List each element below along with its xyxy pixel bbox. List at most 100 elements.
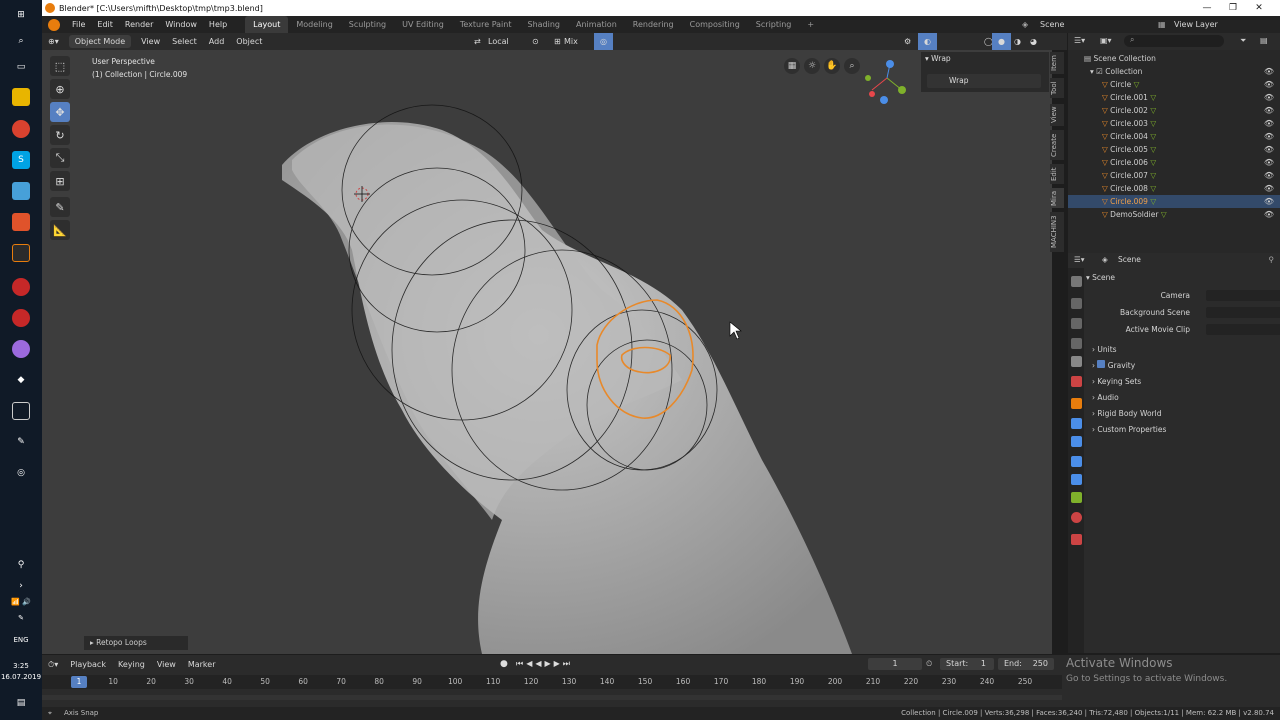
pivot-icon[interactable]: ⊙ xyxy=(526,33,545,50)
filter-icon[interactable]: ⏷ xyxy=(1240,36,1246,46)
audio-panel[interactable]: › Audio xyxy=(1086,391,1280,405)
scale-tool-icon[interactable]: ⤡ xyxy=(50,148,70,168)
tab-edit[interactable]: Edit xyxy=(1050,164,1064,184)
transform-tool-icon[interactable]: ⊞ xyxy=(50,171,70,191)
rigid-body-world-panel[interactable]: › Rigid Body World xyxy=(1086,407,1280,421)
tab-item[interactable]: Item xyxy=(1050,52,1064,74)
movie-clip-field[interactable] xyxy=(1206,324,1280,335)
material-props-icon[interactable] xyxy=(1071,512,1082,523)
task-view-icon[interactable]: ▭ xyxy=(12,58,30,76)
3d-viewport[interactable]: User Perspective (1) Collection | Circle… xyxy=(42,50,1052,654)
object-props-icon[interactable] xyxy=(1071,398,1082,409)
shading-rendered-button[interactable]: ◕ xyxy=(1024,33,1043,50)
tab-mira[interactable]: Mira xyxy=(1050,188,1064,208)
outliner-scene-collection[interactable]: ▤ Scene Collection xyxy=(1068,52,1280,65)
clock-time[interactable]: 3:25 xyxy=(0,662,42,670)
cursor-tool-icon[interactable]: ⊕ xyxy=(50,79,70,99)
app-circle-icon[interactable]: ◎ xyxy=(12,464,30,482)
timeline-scrollbar[interactable] xyxy=(42,695,1062,700)
tab-scripting[interactable]: Scripting xyxy=(748,16,800,33)
app-red2-icon[interactable] xyxy=(12,309,30,327)
rotate-tool-icon[interactable]: ↻ xyxy=(50,125,70,145)
properties-type-icon[interactable]: ☰▾ xyxy=(1074,253,1085,267)
notepad-icon[interactable]: ✎ xyxy=(12,433,30,451)
tray-icons[interactable]: 📶 🔊 xyxy=(0,598,42,606)
display-mode-icon[interactable]: ▣▾ xyxy=(1100,36,1112,45)
camera-view-icon[interactable]: ☼ xyxy=(804,58,820,74)
tab-texture-paint[interactable]: Texture Paint xyxy=(452,16,520,33)
editor-type-icon[interactable]: ⊕▾ xyxy=(42,33,65,50)
eye-icon[interactable]: 👁 xyxy=(1264,195,1274,208)
blender-menu-icon[interactable] xyxy=(48,18,60,31)
texture-props-icon[interactable] xyxy=(1071,534,1082,545)
constraints-props-icon[interactable] xyxy=(1071,474,1082,485)
list-item[interactable]: ▽ Circle.002 ▽ 👁 xyxy=(1068,104,1280,117)
chevron-right-icon[interactable]: › xyxy=(12,577,30,595)
minimize-button[interactable]: — xyxy=(1194,0,1220,16)
list-item[interactable]: ▽ Circle.003 ▽ 👁 xyxy=(1068,117,1280,130)
menu-add[interactable]: Add xyxy=(203,33,231,50)
clock-date[interactable]: 16.07.2019 xyxy=(0,673,42,681)
proportional-editing-toggle[interactable]: ◎ xyxy=(594,33,613,50)
tab-tool[interactable]: Tool xyxy=(1050,78,1064,98)
overlay-toggle[interactable]: ◐ xyxy=(918,33,937,50)
tab-machin3[interactable]: MACHIN3 xyxy=(1050,212,1064,252)
particles-props-icon[interactable] xyxy=(1071,436,1082,447)
menu-keying[interactable]: Keying xyxy=(112,656,151,673)
render-props-icon[interactable] xyxy=(1071,298,1082,309)
blender-taskbar-icon[interactable] xyxy=(12,244,30,262)
tab-sculpting[interactable]: Sculpting xyxy=(341,16,394,33)
orientation-dropdown[interactable]: Local xyxy=(482,33,515,50)
current-frame-field[interactable]: 1 xyxy=(868,658,922,670)
menu-file[interactable]: File xyxy=(66,16,91,33)
eye-icon[interactable]: 👁 xyxy=(1264,117,1274,130)
wrap-panel-header[interactable]: ▾ Wrap xyxy=(921,52,1049,66)
people-icon[interactable]: ⚲ xyxy=(12,556,30,574)
gizmo-toggle[interactable]: ⚙ xyxy=(898,33,917,50)
eye-icon[interactable]: 👁 xyxy=(1264,169,1274,182)
restore-button[interactable]: ❐ xyxy=(1220,0,1246,16)
tab-uv-editing[interactable]: UV Editing xyxy=(394,16,452,33)
menu-marker[interactable]: Marker xyxy=(182,656,222,673)
list-item[interactable]: ▽ DemoSoldier ▽ 👁 xyxy=(1068,208,1280,221)
skype-icon[interactable]: S xyxy=(12,151,30,169)
language-indicator[interactable]: ENG xyxy=(0,636,42,644)
outliner-search-input[interactable]: ⌕ xyxy=(1124,35,1224,47)
eye-icon[interactable]: 👁 xyxy=(1264,78,1274,91)
list-item[interactable]: ▽ Circle.004 ▽ 👁 xyxy=(1068,130,1280,143)
list-item[interactable]: ▽ Circle.006 ▽ 👁 xyxy=(1068,156,1280,169)
notifications-icon[interactable]: ▤ xyxy=(12,694,30,712)
menu-view[interactable]: View xyxy=(135,33,166,50)
list-item-selected[interactable]: ▽ Circle.009 ▽ 👁 xyxy=(1068,195,1280,208)
pan-hand-icon[interactable]: ✋ xyxy=(824,58,840,74)
chrome-icon[interactable] xyxy=(12,120,30,138)
tab-shading[interactable]: Shading xyxy=(519,16,568,33)
measure-tool-icon[interactable]: 📐 xyxy=(50,220,70,240)
tab-animation[interactable]: Animation xyxy=(568,16,625,33)
record-button[interactable]: ● xyxy=(500,659,508,669)
tab-create[interactable]: Create xyxy=(1050,130,1064,160)
add-workspace-button[interactable]: + xyxy=(799,16,822,33)
close-button[interactable]: ✕ xyxy=(1246,0,1272,16)
eye-icon[interactable]: 👁 xyxy=(1264,156,1274,169)
search-icon[interactable]: ⌕ xyxy=(12,32,30,50)
list-item[interactable]: ▽ Circle ▽ 👁 xyxy=(1068,78,1280,91)
tab-rendering[interactable]: Rendering xyxy=(625,16,682,33)
annotate-tool-icon[interactable]: ✎ xyxy=(50,197,70,217)
gravity-checkbox[interactable] xyxy=(1097,360,1106,368)
end-frame-field[interactable]: End: 250 xyxy=(998,658,1054,670)
outliner-collection[interactable]: ▾ ☑ Collection 👁 xyxy=(1068,65,1280,78)
playback-controls[interactable]: ⏮◀◀▶▶⏭ xyxy=(516,659,573,669)
tool-props-icon[interactable] xyxy=(1071,276,1082,287)
eye-icon[interactable]: 👁 xyxy=(1264,91,1274,104)
last-operator-panel[interactable]: ▸ Retopo Loops xyxy=(84,636,188,650)
wrap-button[interactable]: Wrap xyxy=(927,74,1041,88)
menu-render[interactable]: Render xyxy=(119,16,159,33)
menu-window[interactable]: Window xyxy=(159,16,203,33)
list-item[interactable]: ▽ Circle.007 ▽ 👁 xyxy=(1068,169,1280,182)
keying-sets-panel[interactable]: › Keying Sets xyxy=(1086,375,1280,389)
custom-properties-panel[interactable]: › Custom Properties xyxy=(1086,423,1280,437)
app-box-icon[interactable] xyxy=(12,402,30,420)
scene-selector[interactable]: Scene xyxy=(1040,20,1064,29)
scene-panel-header[interactable]: ▾ Scene xyxy=(1086,271,1280,285)
